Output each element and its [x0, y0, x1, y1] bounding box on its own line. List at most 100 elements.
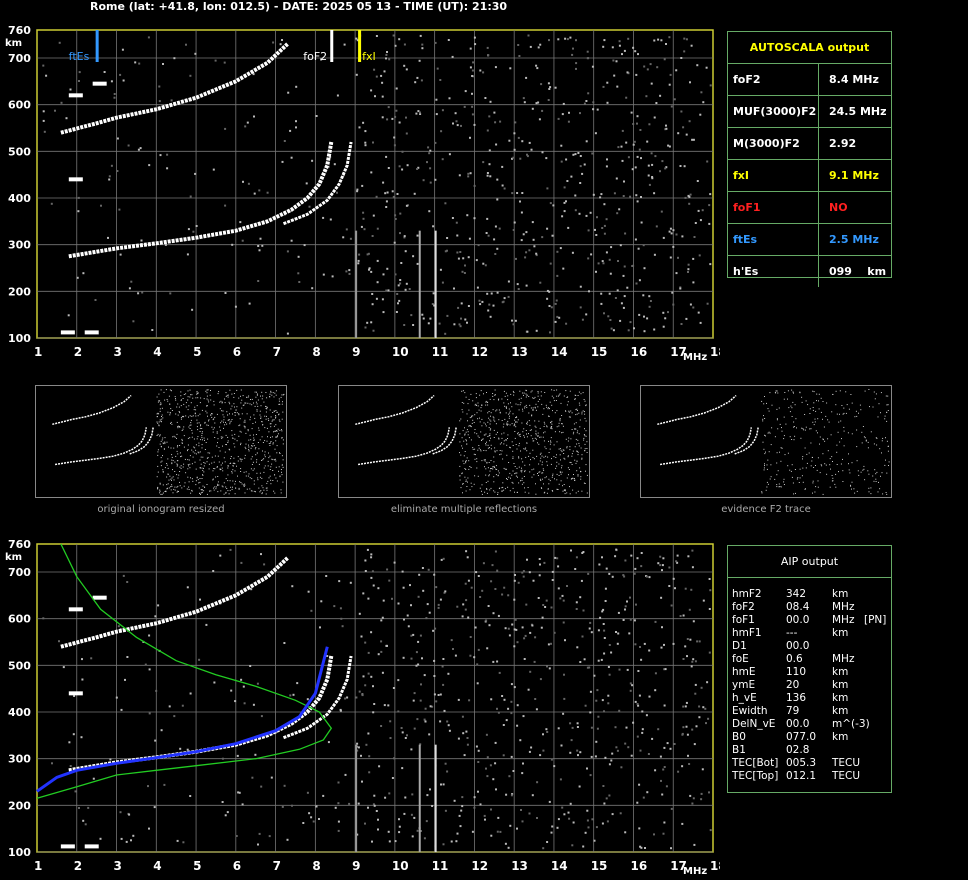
aip-cell: km: [832, 679, 849, 691]
aip-cell: 00.0: [786, 640, 810, 652]
x-tick-label: 7: [273, 345, 281, 359]
autoscala-title: AUTOSCALA output: [728, 32, 891, 64]
aip-cell: [832, 640, 864, 653]
x-tick-label: 3: [114, 859, 122, 873]
aip-cell: h_vE: [732, 692, 757, 704]
marker-ftes: [95, 30, 99, 62]
x-tick-label: 7: [273, 859, 281, 873]
echo-clump: [84, 330, 99, 335]
x-unit-label: MHz: [683, 352, 707, 363]
autoscala-label: ftEs: [728, 224, 819, 255]
x-tick-label: 12: [471, 345, 488, 359]
aip-cell: km: [832, 666, 849, 678]
autoscala-value: 2.92: [829, 137, 857, 150]
y-tick-label: 100: [8, 846, 31, 859]
aip-row: TEC[Top] 012.1 TECU: [732, 770, 891, 783]
aip-cell: 00.0: [786, 614, 810, 626]
autoscala-label: fxI: [728, 160, 819, 191]
autoscala-value: 24.5 MHz: [829, 105, 887, 118]
x-tick-label: 14: [551, 859, 568, 873]
aip-cell: 08.4: [786, 601, 810, 613]
y-tick-label: 500: [8, 659, 31, 672]
aip-row: TEC[Bot] 005.3 TECU: [732, 757, 891, 770]
autoscala-label: MUF(3000)F2: [728, 96, 819, 127]
x-tick-label: 11: [432, 859, 449, 873]
aip-cell: km: [832, 627, 849, 639]
aip-row: ymE 20 km: [732, 679, 891, 692]
interference-streak: [434, 744, 437, 852]
aip-cell: 136: [786, 692, 807, 704]
aip-cell: ---: [786, 627, 798, 639]
aip-cell: 110: [786, 666, 807, 678]
x-tick-label: 13: [511, 859, 528, 873]
thumbnail-original: [35, 385, 287, 498]
aip-cell: TEC[Top]: [732, 770, 779, 782]
thumb-trace: [657, 394, 737, 426]
x-tick-label: 8: [312, 859, 320, 873]
x-tick-label: 3: [114, 345, 122, 359]
y-tick-label: 600: [8, 99, 31, 112]
aip-row: foF2 08.4 MHz: [732, 601, 891, 614]
autoscala-row: h'Es 099 km: [728, 256, 891, 287]
interference-streak: [418, 230, 421, 338]
marker-fof2: [330, 30, 334, 62]
marker-fxi: [358, 30, 362, 62]
x-tick-label: 16: [631, 859, 648, 873]
x-tick-label: 5: [193, 345, 201, 359]
thumb-trace: [357, 427, 451, 466]
caption-original: original ionogram resized: [97, 504, 225, 515]
plot-frame: [36, 29, 714, 339]
aip-cell: B1: [732, 744, 746, 756]
autoscala-row: MUF(3000)F2 24.5 MHz: [728, 96, 891, 128]
x-tick-label: 15: [591, 859, 608, 873]
aip-cell: 00.0: [786, 718, 810, 730]
thumb-trace: [52, 394, 132, 426]
x-tick-label: 12: [471, 859, 488, 873]
autoscala-row: ftEs 2.5 MHz: [728, 224, 891, 256]
autoscala-label: foF1: [728, 192, 819, 223]
aip-cell: TECU: [832, 770, 861, 782]
aip-cell: Ewidth: [732, 705, 768, 717]
x-tick-label: 9: [352, 859, 360, 873]
interference-streak: [434, 230, 437, 338]
aip-cell: m^(-3): [832, 718, 870, 730]
interference-streak: [355, 230, 358, 338]
autoscala-value: 2.5 MHz: [829, 233, 879, 246]
thumbnail-evidence-f2: [640, 385, 892, 498]
caption-eliminate: eliminate multiple reflections: [390, 504, 538, 515]
aip-cell: DelN_vE: [732, 718, 776, 730]
y-tick-label: 760: [8, 24, 31, 37]
autoscala-label: h'Es: [728, 256, 819, 287]
aip-cell: 005.3: [786, 757, 817, 769]
marker-label: ftEs: [69, 50, 90, 63]
x-tick-label: 14: [551, 345, 568, 359]
autoscala-row: fxI 9.1 MHz: [728, 160, 891, 192]
autoscala-output-panel: AUTOSCALA output foF2 8.4 MHz MUF(3000)F2 2…: [727, 31, 892, 287]
x-tick-label: 8: [312, 345, 320, 359]
aip-cell: D1: [732, 640, 747, 652]
aip-cell: ymE: [732, 679, 756, 691]
thumb-noise: [156, 389, 285, 495]
aip-row: Ewidth 79 km: [732, 705, 891, 718]
aip-row: hmF2 342 km: [732, 588, 891, 601]
aip-cell: 20: [786, 679, 800, 691]
aip-row: D1 00.0: [732, 640, 891, 653]
y-tick-label: 600: [8, 613, 31, 626]
aip-cell: km: [832, 588, 849, 600]
aip-row: h_vE 136 km: [732, 692, 891, 705]
echo-clump: [92, 595, 107, 600]
y-tick-label: 500: [8, 145, 31, 158]
y-unit-label: km: [5, 38, 22, 49]
aip-row: foE 0.6 MHz: [732, 653, 891, 666]
y-tick-label: 300: [8, 239, 31, 252]
aip-cell: 077.0: [786, 731, 817, 743]
x-tick-label: 16: [631, 345, 648, 359]
aip-cell: MHz: [832, 614, 855, 626]
x-tick-label: 4: [153, 859, 161, 873]
x-tick-label: 5: [193, 859, 201, 873]
aip-cell: TEC[Bot]: [732, 757, 779, 769]
x-unit-label: MHz: [683, 866, 707, 877]
aip-row: hmE 110 km: [732, 666, 891, 679]
aip-cell: MHz: [832, 601, 855, 613]
aip-cell: hmE: [732, 666, 756, 678]
